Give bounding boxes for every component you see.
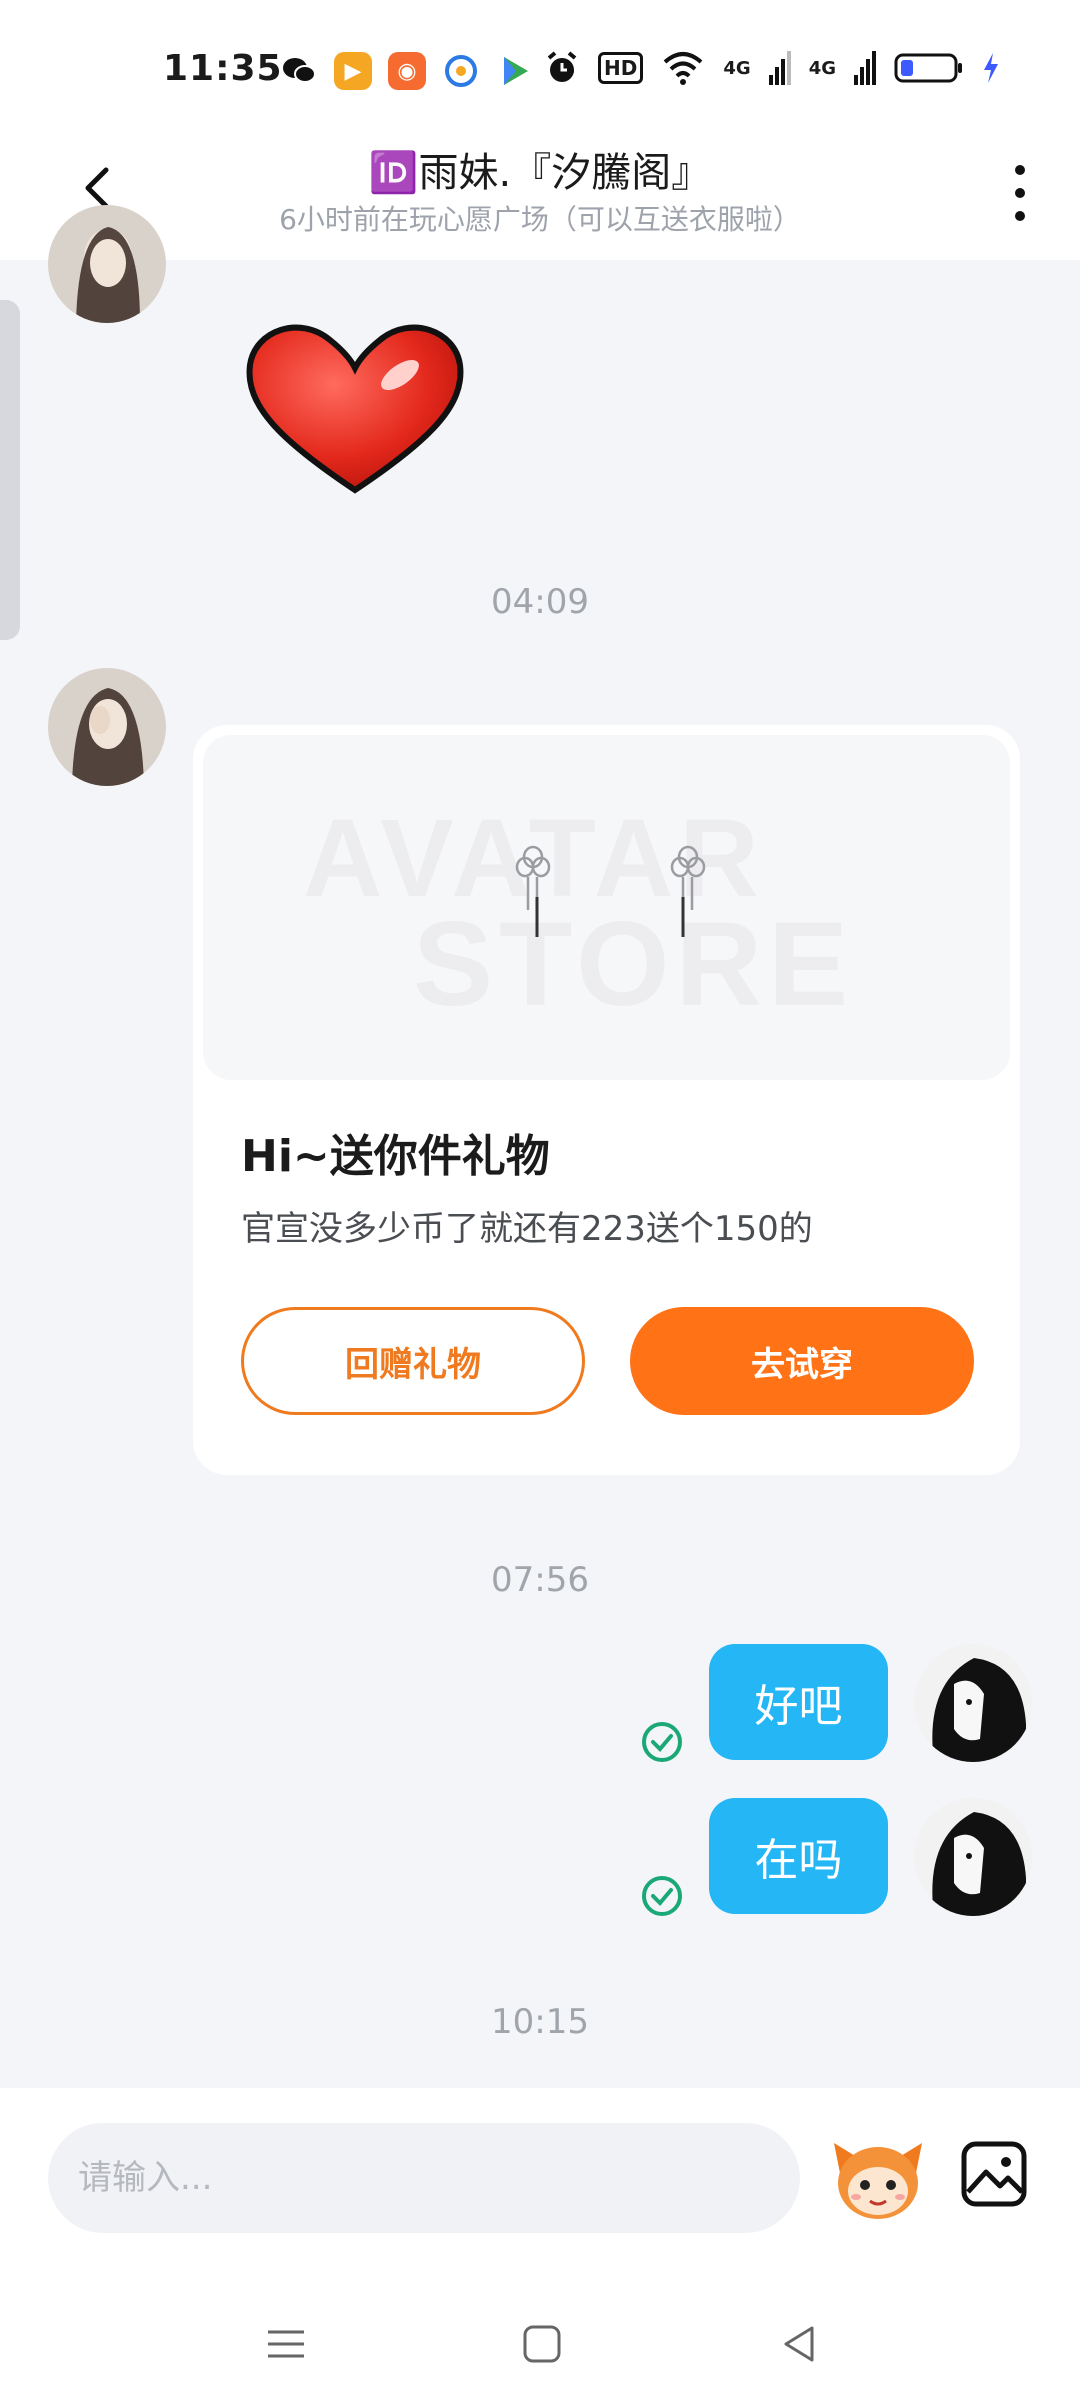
contact-avatar[interactable] [48,205,166,323]
signal-4g-icon: 4G [723,57,751,79]
image-icon [961,2141,1027,2207]
status-bar: 11:35 ▶ ◉ HD 4G 4G [0,0,1080,135]
heart-sticker[interactable] [240,310,470,500]
contact-avatar[interactable] [48,668,166,786]
wechat-icon [280,52,318,90]
wifi-icon [661,50,705,86]
charging-icon [982,51,1000,85]
message-input-bar [0,2088,1080,2288]
try-on-button[interactable]: 去试穿 [630,1307,974,1415]
back-triangle-icon[interactable] [772,2316,828,2372]
more-options-button[interactable] [1000,158,1040,228]
timestamp: 07:56 [491,1560,589,1600]
outgoing-message-bubble[interactable]: 好吧 [709,1644,888,1760]
home-square-icon[interactable] [514,2316,570,2372]
sent-check-icon [642,1722,682,1762]
video-app-icon: ▶ [334,52,372,90]
return-gift-button[interactable]: 回赠礼物 [241,1307,585,1415]
signal-bars-icon [768,51,791,85]
earring-item-icon [515,845,706,937]
my-avatar[interactable] [914,1798,1032,1916]
battery-icon [894,51,964,85]
notification-icons: ▶ ◉ [280,52,574,90]
signal-4g-icon-2: 4G [808,57,836,79]
system-indicators: HD 4G 4G [544,50,1000,86]
timestamp: 04:09 [491,582,589,622]
gift-preview-image[interactable]: AVATAR STORE [203,735,1010,1080]
hd-volte-icon: HD [598,52,644,84]
sticker-button[interactable] [830,2133,926,2223]
mascot-face-icon [834,2143,922,2219]
gift-description: 官宣没多少币了就还有223送个150的 [241,1209,813,1249]
gift-title: Hi~送你件礼物 [241,1131,550,1182]
contact-status: 6小时前在玩心愿广场（可以互送衣服啦） [279,203,801,236]
menu-icon[interactable] [258,2316,314,2372]
status-time: 11:35 [163,48,283,89]
my-avatar[interactable] [914,1644,1032,1762]
signal-bars-icon-2 [854,51,876,85]
message-input[interactable] [48,2123,800,2233]
outgoing-message-bubble[interactable]: 在吗 [709,1798,888,1914]
game-app-icon: ◉ [388,52,426,90]
more-vertical-icon [1015,165,1025,221]
sent-check-icon [642,1876,682,1916]
browser-app-icon [442,52,480,90]
chat-header: 🆔雨妹.『汐騰阁』 6小时前在玩心愿广场（可以互送衣服啦） [0,120,1080,260]
gift-message-card[interactable]: AVATAR STORE Hi~送你件礼物 官宣没多少币了就还有223送个150… [193,725,1020,1475]
timestamp: 10:15 [491,2002,589,2042]
alarm-icon [544,50,580,86]
image-picker-button[interactable] [958,2138,1030,2210]
system-nav-bar [0,2288,1080,2400]
play-store-icon [496,52,534,90]
contact-name[interactable]: 🆔雨妹.『汐騰阁』 [0,140,1080,198]
